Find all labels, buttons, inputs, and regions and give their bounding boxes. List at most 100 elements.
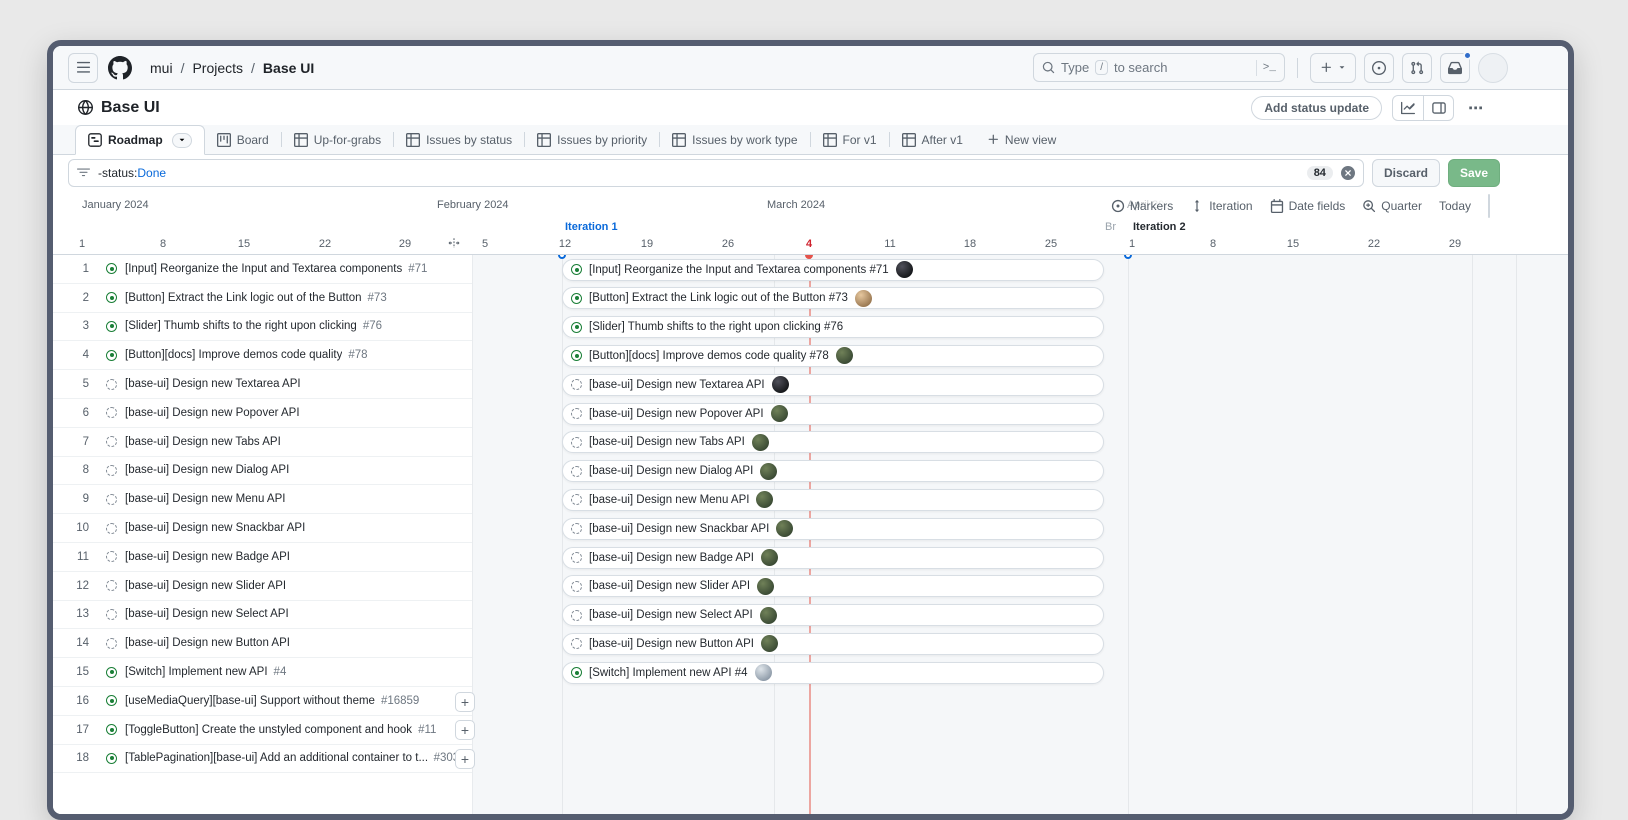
add-status-update-button[interactable]: Add status update (1251, 96, 1382, 120)
draft-issue-icon (571, 581, 582, 592)
bar-title: [base-ui] Design new Dialog API (589, 465, 753, 477)
discard-button[interactable]: Discard (1372, 159, 1440, 187)
roadmap-bar[interactable]: [Switch] Implement new API #4 (562, 662, 1104, 684)
assignee-avatar (771, 405, 788, 422)
issue-open-icon (571, 264, 582, 275)
roadmap-bar[interactable]: [base-ui] Design new Snackbar API (562, 518, 1104, 540)
tab-for-v1[interactable]: For v1 (811, 125, 889, 154)
roadmap-bar[interactable]: [base-ui] Design new Dialog API (562, 460, 1104, 482)
issue-open-icon (571, 293, 582, 304)
slash-key: / (1095, 60, 1108, 75)
month-label: January 2024 (82, 199, 149, 211)
roadmap-bar[interactable]: [Slider] Thumb shifts to the right upon … (562, 316, 1104, 338)
user-avatar[interactable] (1478, 53, 1508, 83)
date-fields-control[interactable]: Date fields (1270, 199, 1346, 213)
iteration-control[interactable]: Iteration (1190, 199, 1252, 213)
tab-board[interactable]: Board (205, 125, 281, 154)
tab-issues-by-priority[interactable]: Issues by priority (525, 125, 659, 154)
draft-issue-icon (571, 466, 582, 477)
breadcrumb-org[interactable]: mui (150, 60, 173, 76)
caret-down-icon (1337, 60, 1347, 75)
bar-title: [base-ui] Design new Menu API (589, 494, 749, 506)
breadcrumb-current[interactable]: Base UI (263, 60, 314, 76)
table-icon (537, 133, 551, 147)
filter-icon (77, 166, 90, 179)
save-button[interactable]: Save (1448, 159, 1500, 187)
github-logo-icon[interactable] (108, 52, 140, 84)
filter-value: Done (137, 166, 166, 180)
iteration-label: Iteration 1 (565, 221, 618, 233)
roadmap-bar[interactable]: [Button][docs] Improve demos code qualit… (562, 345, 1104, 367)
roadmap-content: 1[Input] Reorganize the Input and Textar… (53, 255, 1568, 814)
roadmap-bar[interactable]: [base-ui] Design new Select API (562, 604, 1104, 626)
plus-icon (1320, 61, 1333, 74)
roadmap-bar[interactable]: [Button] Extract the Link logic out of t… (562, 287, 1104, 309)
tab-roadmap[interactable]: Roadmap (75, 125, 205, 155)
bar-title: [base-ui] Design new Snackbar API (589, 523, 769, 535)
add-date-button[interactable]: + (455, 749, 475, 769)
new-view-button[interactable]: New view (975, 125, 1068, 154)
table-icon (902, 133, 916, 147)
view-options-caret-button[interactable] (172, 133, 192, 148)
scroll-left-button[interactable] (1489, 195, 1490, 217)
filter-bar: -status:Done 84 Discard Save (53, 155, 1568, 190)
hamburger-icon (76, 60, 91, 75)
bar-title: [base-ui] Design new Select API (589, 609, 753, 621)
create-new-button[interactable] (1310, 53, 1356, 83)
pane-resize-handle[interactable] (447, 236, 461, 255)
roadmap-bar[interactable]: [base-ui] Design new Popover API (562, 403, 1104, 425)
tab-up-for-grabs[interactable]: Up-for-grabs (282, 125, 393, 154)
insights-button[interactable] (1393, 96, 1423, 120)
issues-button[interactable] (1364, 53, 1394, 83)
add-date-button[interactable]: + (455, 720, 475, 740)
bar-title: [Input] Reorganize the Input and Textare… (589, 264, 889, 276)
breadcrumb-projects[interactable]: Projects (192, 60, 243, 76)
add-date-button[interactable]: + (455, 692, 475, 712)
roadmap-bar[interactable]: [base-ui] Design new Tabs API (562, 431, 1104, 453)
assignee-avatar (761, 549, 778, 566)
search-input[interactable]: Type / to search >_ (1033, 53, 1285, 82)
app-window: mui / Projects / Base UI Type / to searc… (47, 40, 1574, 820)
hamburger-menu-button[interactable] (68, 53, 98, 83)
today-button[interactable]: Today (1439, 199, 1471, 213)
side-panel-button[interactable] (1423, 96, 1453, 120)
zoom-level-control[interactable]: Quarter (1362, 199, 1422, 213)
date-label: 26 (722, 238, 734, 250)
assignee-avatar (855, 290, 872, 307)
draft-issue-icon (571, 523, 582, 534)
assignee-avatar (836, 347, 853, 364)
bar-title: [base-ui] Design new Button API (589, 638, 754, 650)
draft-issue-icon (571, 638, 582, 649)
draft-issue-icon (571, 379, 582, 390)
tab-issues-by-work-type[interactable]: Issues by work type (660, 125, 809, 154)
assignee-avatar (896, 261, 913, 278)
issue-opened-icon (1372, 61, 1386, 75)
tab-after-v1[interactable]: After v1 (890, 125, 975, 154)
project-menu-button[interactable]: ⋯ (1464, 99, 1488, 117)
clear-filter-icon[interactable] (1341, 166, 1355, 180)
table-icon (823, 133, 837, 147)
month-label: March 2024 (767, 199, 825, 211)
pull-request-icon (1410, 61, 1424, 75)
markers-icon (1111, 199, 1125, 213)
date-label: 5 (482, 238, 488, 250)
assignee-avatar (772, 376, 789, 393)
assignee-avatar (761, 635, 778, 652)
date-label: 11 (884, 238, 895, 250)
roadmap-bar[interactable]: [base-ui] Design new Slider API (562, 575, 1104, 597)
roadmap-bar[interactable]: [base-ui] Design new Badge API (562, 547, 1104, 569)
pull-requests-button[interactable] (1402, 53, 1432, 83)
bar-title: [Slider] Thumb shifts to the right upon … (589, 321, 843, 333)
filter-input[interactable]: -status:Done 84 (68, 159, 1364, 187)
inbox-button[interactable] (1440, 53, 1470, 83)
command-palette-icon[interactable]: >_ (1263, 62, 1276, 74)
roadmap-bar[interactable]: [Input] Reorganize the Input and Textare… (562, 259, 1104, 281)
roadmap-bar[interactable]: [base-ui] Design new Textarea API (562, 374, 1104, 396)
roadmap-bar[interactable]: [base-ui] Design new Menu API (562, 489, 1104, 511)
date-label: 18 (964, 238, 976, 250)
bar-title: [base-ui] Design new Popover API (589, 408, 764, 420)
markers-control[interactable]: Markers (1111, 199, 1173, 213)
roadmap-bar[interactable]: [base-ui] Design new Button API (562, 633, 1104, 655)
graph-icon (1401, 101, 1415, 115)
tab-issues-by-status[interactable]: Issues by status (394, 125, 524, 154)
